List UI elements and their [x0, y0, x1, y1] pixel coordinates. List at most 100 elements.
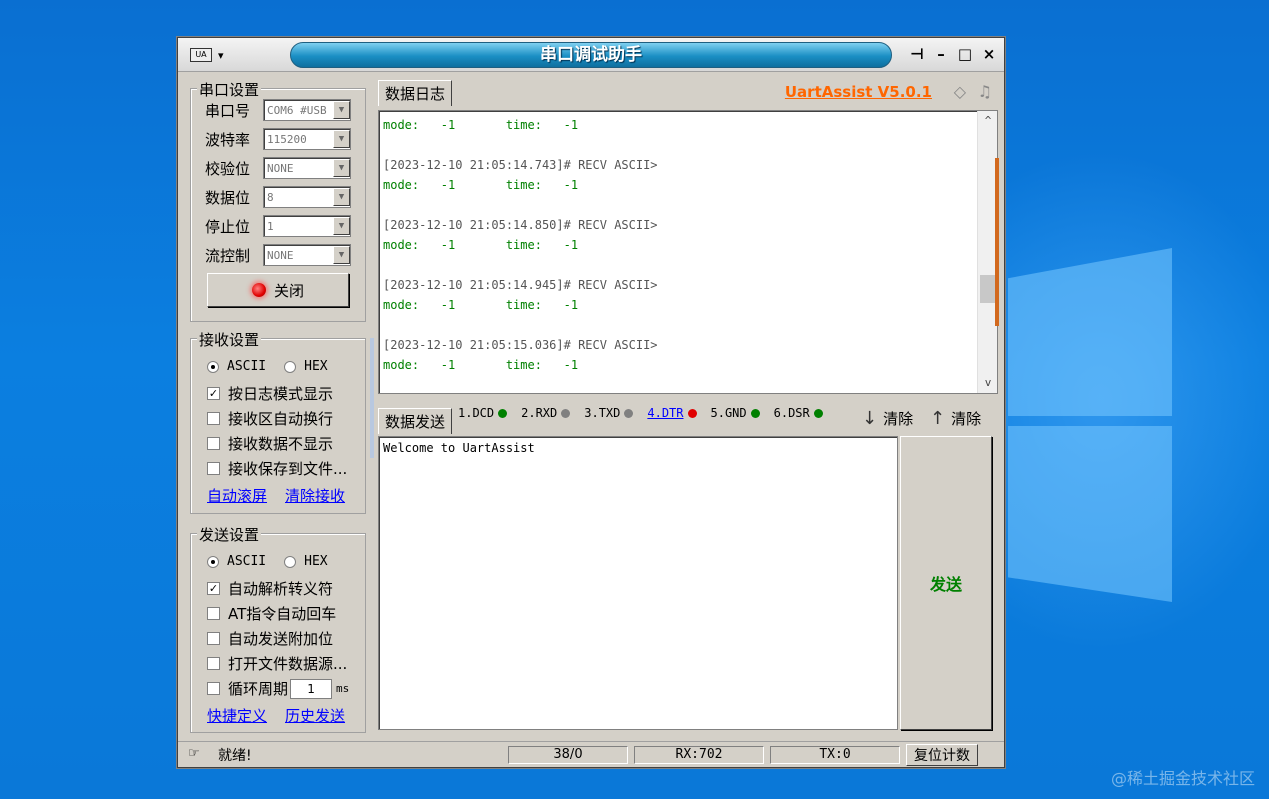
- brand-link[interactable]: UartAssist V5.0.1: [785, 83, 932, 101]
- arrow-up-left-icon: ↑: [930, 408, 946, 429]
- port-label: 串口号: [205, 101, 251, 120]
- status-bar: ☞ 就绪! 38/0 RX:702 TX:0 复位计数: [178, 741, 1004, 767]
- receive-hex-label: HEX: [304, 359, 328, 374]
- log-mode-checkbox[interactable]: ✓: [207, 387, 220, 400]
- chevron-down-icon: ▼: [333, 188, 350, 206]
- signal-lines: 1.DCD 2.RXD 3.TXD 4.DTR 5.GND 6.DSR: [458, 406, 837, 420]
- panel-splitter[interactable]: [370, 338, 374, 458]
- loop-period-input[interactable]: 1: [290, 678, 333, 699]
- signal-rxd[interactable]: 2.RXD: [521, 406, 571, 420]
- status-count: 38/0: [508, 746, 628, 764]
- app-menu[interactable]: UA ▾: [184, 44, 244, 66]
- bell-icon[interactable]: ♫: [978, 82, 992, 101]
- loop-unit: ms: [336, 682, 350, 695]
- receive-hex-radio[interactable]: [284, 360, 297, 373]
- hide-data-checkbox[interactable]: [207, 437, 220, 450]
- flow-label: 流控制: [205, 246, 251, 265]
- at-cr-label: AT指令自动回车: [228, 605, 337, 623]
- progress-indicator: [995, 158, 999, 326]
- chevron-down-icon: ▼: [333, 246, 350, 264]
- app-logo-icon: UA: [190, 48, 212, 62]
- clear-send-button-2[interactable]: ↑ 清除: [930, 408, 981, 429]
- scroll-thumb[interactable]: [980, 275, 996, 303]
- send-settings-title: 发送设置: [197, 524, 262, 545]
- log-line: mode: -1 time: -1: [383, 178, 579, 192]
- receive-ascii-radio[interactable]: [207, 360, 219, 373]
- status-tx: TX:0: [770, 746, 900, 764]
- status-led-icon: [251, 283, 266, 297]
- parity-label: 校验位: [205, 159, 251, 178]
- receive-ascii-label: ASCII: [227, 359, 267, 374]
- send-hex-label: HEX: [304, 554, 328, 569]
- log-line: [2023-12-10 21:05:14.945]# RECV ASCII>: [383, 278, 658, 292]
- baud-select[interactable]: 115200 ▼: [263, 128, 351, 150]
- auto-wrap-label: 接收区自动换行: [228, 410, 334, 428]
- clear-receive-link[interactable]: 清除接收: [285, 485, 345, 506]
- save-file-checkbox[interactable]: [207, 462, 220, 475]
- file-source-checkbox[interactable]: [207, 657, 220, 670]
- serial-settings-group: 串口设置 串口号 COM6 #USB ▼ 波特率 115200 ▼ 校验位 NONE…: [190, 79, 366, 322]
- databits-label: 数据位: [205, 188, 251, 207]
- parity-select[interactable]: NONE ▼: [263, 157, 351, 179]
- chevron-down-icon: ▼: [333, 217, 350, 235]
- hide-data-label: 接收数据不显示: [228, 435, 334, 453]
- tab-data-log[interactable]: 数据日志: [378, 80, 453, 106]
- auto-scroll-link[interactable]: 自动滚屏: [207, 485, 267, 506]
- shortcut-define-link[interactable]: 快捷定义: [207, 705, 267, 726]
- flow-select[interactable]: NONE ▼: [263, 244, 351, 266]
- pin-icon[interactable]: ⊣: [908, 44, 926, 64]
- send-hex-radio[interactable]: [284, 555, 297, 568]
- maximize-button[interactable]: □: [956, 44, 974, 64]
- scroll-down-icon[interactable]: v: [978, 373, 997, 393]
- log-mode-label: 按日志模式显示: [228, 385, 334, 403]
- receive-settings-group: 接收设置 ASCII HEX ✓ 按日志模式显示 接收区自动换行 接收数据不显示 …: [190, 329, 366, 514]
- close-port-button[interactable]: 关闭: [207, 273, 349, 307]
- log-line: mode: -1 time: -1: [383, 298, 579, 312]
- signal-led-icon: [624, 408, 634, 418]
- append-bits-checkbox[interactable]: [207, 632, 220, 645]
- at-cr-checkbox[interactable]: [207, 607, 220, 620]
- signal-gnd[interactable]: 5.GND: [711, 406, 760, 420]
- log-scrollbar[interactable]: ^ v: [977, 111, 997, 393]
- signal-dtr[interactable]: 4.DTR: [647, 406, 697, 420]
- auto-wrap-checkbox[interactable]: [207, 412, 220, 425]
- receive-log[interactable]: mode: -1 time: -1 [2023-12-10 21:05:14.74…: [378, 110, 998, 394]
- signal-led-icon: [813, 408, 823, 418]
- log-line: mode: -1 time: -1: [383, 358, 579, 372]
- file-source-label: 打开文件数据源...: [228, 655, 348, 673]
- clear-send-button-1[interactable]: ↓ 清除: [862, 408, 913, 429]
- stopbits-select[interactable]: 1 ▼: [263, 215, 351, 237]
- send-text-area[interactable]: Welcome to UartAssist: [378, 436, 898, 730]
- chevron-down-icon: ▼: [333, 130, 350, 148]
- hand-icon: ☞: [188, 746, 200, 761]
- signal-txd[interactable]: 3.TXD: [584, 406, 634, 420]
- loop-label: 循环周期: [228, 680, 289, 698]
- chevron-down-icon: ▼: [333, 159, 350, 177]
- tab-data-send[interactable]: 数据发送: [378, 408, 453, 434]
- log-line: mode: -1 time: -1: [383, 118, 579, 132]
- escape-checkbox[interactable]: ✓: [207, 582, 220, 595]
- port-select[interactable]: COM6 #USB ▼: [263, 99, 351, 121]
- send-history-link[interactable]: 历史发送: [285, 705, 345, 726]
- baud-label: 波特率: [205, 130, 251, 149]
- chevron-down-icon: ▼: [333, 101, 350, 119]
- signal-dcd[interactable]: 1.DCD: [458, 406, 508, 420]
- arrow-down-left-icon: ↓: [862, 408, 878, 429]
- loop-checkbox[interactable]: [207, 682, 220, 695]
- send-ascii-radio[interactable]: [207, 555, 219, 568]
- signal-led-icon: [498, 408, 508, 418]
- scroll-up-icon[interactable]: ^: [978, 111, 997, 131]
- log-lines: mode: -1 time: -1 [2023-12-10 21:05:14.74…: [383, 115, 658, 375]
- databits-select[interactable]: 8 ▼: [263, 186, 351, 208]
- reset-count-button[interactable]: 复位计数: [906, 744, 978, 766]
- signal-led-icon: [561, 408, 571, 418]
- send-button[interactable]: 发送: [900, 436, 992, 730]
- signal-dsr[interactable]: 6.DSR: [774, 406, 823, 420]
- minimize-button[interactable]: –: [932, 44, 950, 64]
- diamond-icon[interactable]: ◇: [954, 82, 966, 101]
- title-bar[interactable]: UA ▾ 串口调试助手 ⊣ – □ ×: [178, 38, 1004, 72]
- close-button[interactable]: ×: [980, 44, 998, 64]
